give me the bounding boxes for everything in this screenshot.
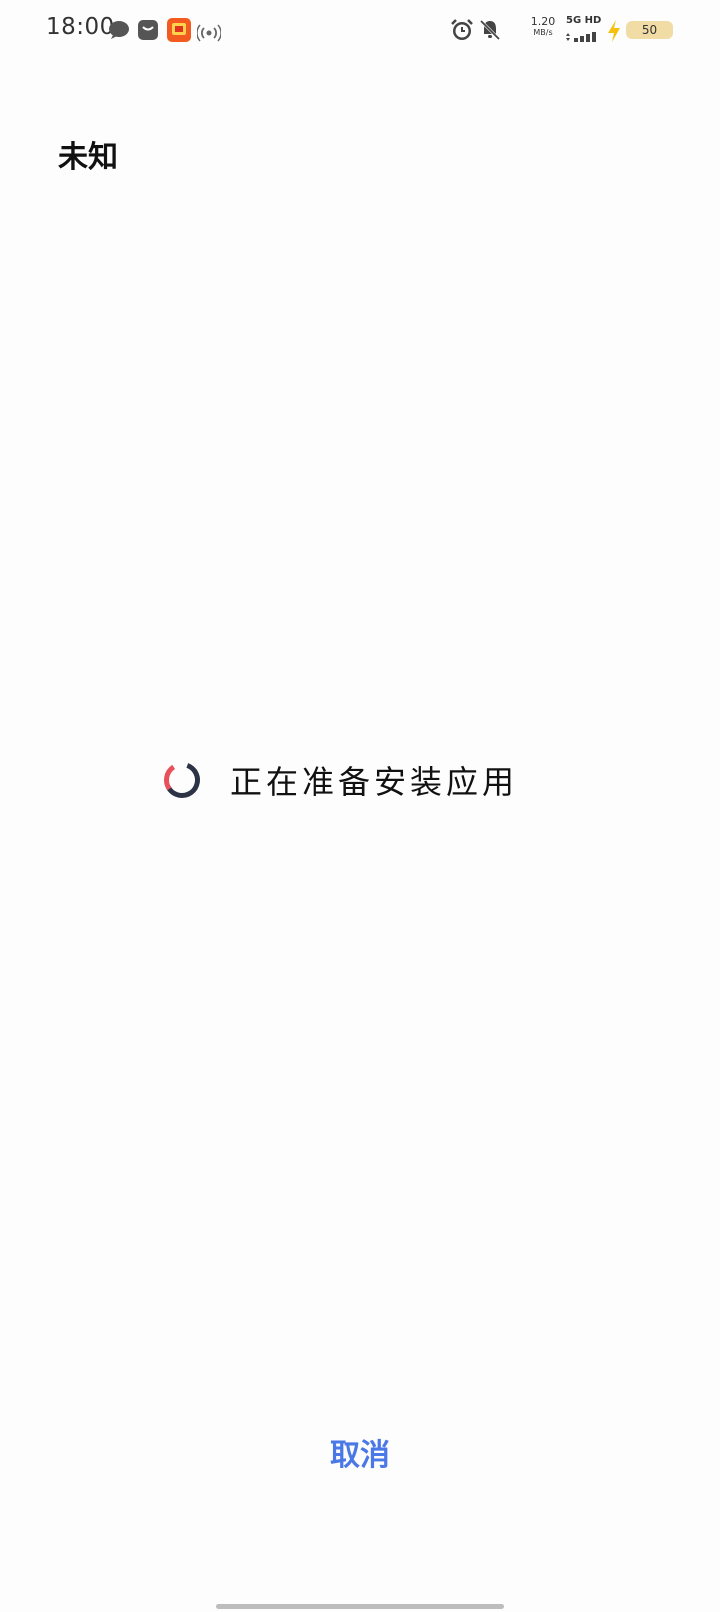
home-indicator[interactable]	[216, 1604, 504, 1609]
status-bar: 18:00 1.20 MB/s 5G HD 50	[0, 0, 720, 60]
app-title: 未知	[58, 140, 118, 175]
status-time: 18:00	[46, 14, 115, 40]
network-type: 5G HD	[566, 16, 601, 42]
chat-bubble-icon	[108, 20, 130, 40]
install-screen: 18:00 1.20 MB/s 5G HD 50 未知 正在准备安装应用 取消	[0, 0, 720, 1612]
loading-text: 正在准备安装应用	[230, 763, 519, 801]
message-icon	[137, 19, 159, 41]
alarm-icon	[450, 18, 474, 42]
cancel-button[interactable]: 取消	[0, 1430, 720, 1474]
taobao-app-icon	[167, 18, 191, 42]
mute-bell-icon	[478, 18, 502, 42]
loading-indicator: 正在准备安装应用	[162, 758, 518, 802]
network-speed: 1.20 MB/s	[530, 15, 556, 37]
signal-icon	[566, 29, 600, 42]
charging-icon	[606, 19, 622, 43]
hotspot-icon	[197, 20, 221, 42]
battery-indicator: 50	[626, 21, 673, 39]
spinner-icon	[162, 760, 202, 800]
